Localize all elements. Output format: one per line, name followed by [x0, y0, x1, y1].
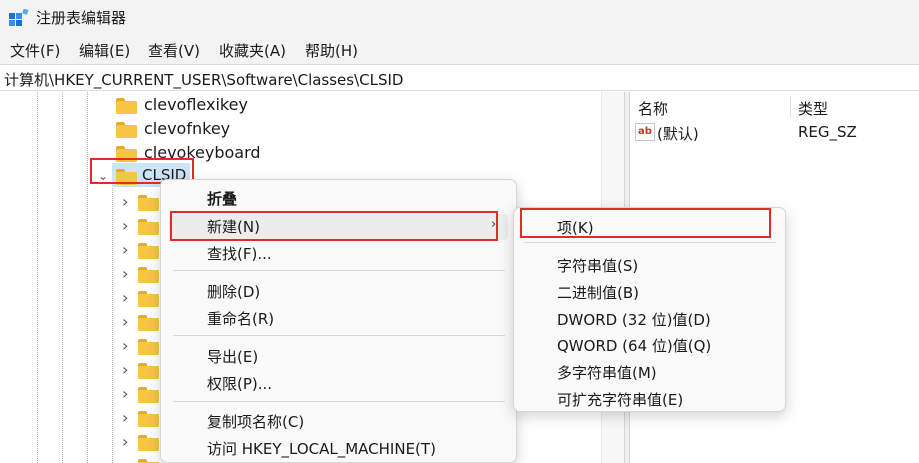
menu-item-rename[interactable]: 重命名(R) [207, 308, 274, 329]
chevron-right-icon[interactable]: › [122, 336, 128, 355]
tree-item-label: clevokeyboard [144, 143, 261, 162]
folder-icon [116, 122, 137, 138]
tree-item-clevoflexikey[interactable]: clevoflexikey [116, 94, 316, 118]
window-title: 注册表编辑器 [36, 9, 127, 27]
chevron-right-icon[interactable]: › [122, 408, 128, 427]
value-type: REG_SZ [798, 123, 857, 141]
folder-icon[interactable] [138, 267, 159, 283]
chevron-right-icon[interactable]: › [122, 288, 128, 307]
folder-icon[interactable] [138, 291, 159, 307]
folder-icon[interactable] [138, 219, 159, 235]
context-menu: 折叠 新建(N) › 查找(F)... 删除(D) 重命名(R) 导出(E) 权… [160, 179, 517, 463]
folder-icon[interactable] [138, 387, 159, 403]
submenu-item-key[interactable]: 项(K) [557, 217, 594, 238]
column-header-name[interactable]: 名称 [638, 98, 668, 119]
address-path[interactable]: 计算机\HKEY_CURRENT_USER\Software\Classes\C… [4, 69, 404, 90]
submenu-item-expandable-string-value[interactable]: 可扩充字符串值(E) [557, 389, 683, 410]
folder-icon[interactable] [138, 435, 159, 451]
menu-bar: 文件(F) 编辑(E) 查看(V) 收藏夹(A) 帮助(H) [0, 36, 919, 64]
title-bar: 注册表编辑器 [0, 0, 919, 36]
value-name[interactable]: (默认) [657, 123, 699, 144]
folder-icon[interactable] [138, 243, 159, 259]
menu-item-goto-hklm[interactable]: 访问 HKEY_LOCAL_MACHINE(T) [207, 438, 436, 459]
menu-item-find[interactable]: 查找(F)... [207, 243, 272, 264]
folder-icon[interactable] [138, 411, 159, 427]
submenu-item-binary-value[interactable]: 二进制值(B) [557, 282, 639, 303]
folder-icon [116, 98, 137, 114]
chevron-right-icon[interactable]: › [122, 216, 128, 235]
chevron-down-icon[interactable]: ⌄ [98, 169, 108, 183]
new-submenu: 项(K) 字符串值(S) 二进制值(B) DWORD (32 位)值(D) QW… [513, 207, 786, 412]
submenu-item-string-value[interactable]: 字符串值(S) [557, 255, 638, 276]
folder-icon[interactable] [138, 315, 159, 331]
menu-separator [173, 270, 505, 271]
column-header-type[interactable]: 类型 [798, 98, 828, 119]
chevron-right-icon[interactable]: › [122, 312, 128, 331]
menu-item-copy-key-name[interactable]: 复制项名称(C) [207, 411, 304, 432]
chevron-right-icon[interactable]: › [122, 456, 128, 463]
menu-separator [173, 401, 505, 402]
submenu-item-multi-string-value[interactable]: 多字符串值(M) [557, 362, 657, 383]
tree-item-label: clevofnkey [144, 119, 231, 138]
chevron-right-icon[interactable]: › [122, 192, 128, 211]
folder-icon [116, 146, 137, 162]
menu-separator [173, 335, 505, 336]
chevron-right-icon[interactable]: › [122, 264, 128, 283]
chevron-right-icon[interactable]: › [122, 360, 128, 379]
tree-guide-line [62, 92, 63, 463]
tree-guide-line [112, 188, 113, 463]
string-value-icon: ab [635, 123, 655, 141]
menu-item-export[interactable]: 导出(E) [207, 346, 258, 367]
menu-separator [524, 242, 776, 243]
tree-item-label: clevoflexikey [144, 95, 248, 114]
chevron-right-icon: › [491, 217, 497, 232]
menu-file[interactable]: 文件(F) [8, 40, 62, 61]
tree-guide-line [37, 92, 38, 463]
folder-icon [116, 169, 137, 185]
folder-icon[interactable] [138, 195, 159, 211]
registry-editor-icon [9, 9, 29, 26]
tree-item-clevofnkey[interactable]: clevofnkey [116, 118, 316, 142]
folder-icon[interactable] [138, 459, 159, 463]
menu-item-collapse[interactable]: 折叠 [207, 188, 237, 209]
folder-icon[interactable] [138, 363, 159, 379]
tree-guide-line [87, 92, 88, 463]
chevron-right-icon[interactable]: › [122, 432, 128, 451]
chevron-right-icon[interactable]: › [122, 240, 128, 259]
chevron-right-icon[interactable]: › [122, 384, 128, 403]
menu-help[interactable]: 帮助(H) [303, 40, 360, 61]
menu-item-delete[interactable]: 删除(D) [207, 281, 260, 302]
column-divider[interactable] [790, 96, 791, 118]
address-bar[interactable]: 计算机\HKEY_CURRENT_USER\Software\Classes\C… [0, 64, 919, 91]
menu-view[interactable]: 查看(V) [146, 40, 202, 61]
submenu-item-qword-value[interactable]: QWORD (64 位)值(Q) [557, 335, 711, 356]
menu-edit[interactable]: 编辑(E) [77, 40, 132, 61]
menu-item-new[interactable]: 新建(N) [207, 216, 260, 237]
menu-favorites[interactable]: 收藏夹(A) [217, 40, 288, 61]
submenu-item-dword-value[interactable]: DWORD (32 位)值(D) [557, 309, 711, 330]
folder-icon[interactable] [138, 339, 159, 355]
menu-item-permissions[interactable]: 权限(P)... [207, 373, 272, 394]
